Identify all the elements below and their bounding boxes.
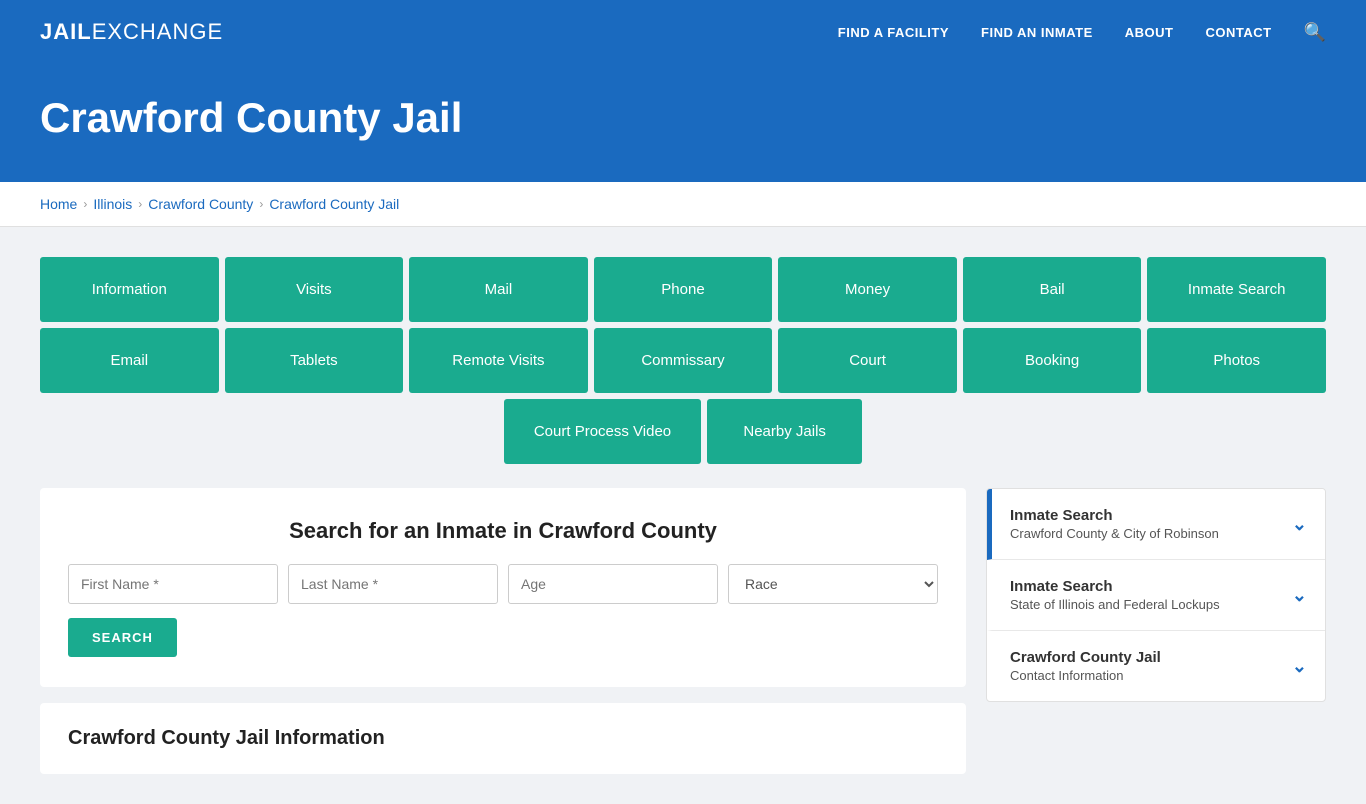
- btn-booking[interactable]: Booking: [963, 328, 1142, 393]
- sidebar-item-text-1: Inmate Search Crawford County & City of …: [1010, 507, 1219, 541]
- breadcrumb-sep-1: ›: [83, 197, 87, 211]
- btn-court-process-video[interactable]: Court Process Video: [504, 399, 701, 464]
- info-title: Crawford County Jail Information: [68, 727, 938, 750]
- logo-jail: JAIL: [40, 19, 92, 45]
- last-name-input[interactable]: [288, 564, 498, 604]
- chevron-down-icon-1: ⌄: [1292, 514, 1307, 535]
- breadcrumb-crawford-county[interactable]: Crawford County: [148, 196, 253, 212]
- sidebar-item-title-1: Inmate Search: [1010, 507, 1219, 524]
- btn-email[interactable]: Email: [40, 328, 219, 393]
- sidebar: Inmate Search Crawford County & City of …: [986, 488, 1326, 702]
- nav-about[interactable]: ABOUT: [1125, 25, 1174, 40]
- button-grid-row1: Information Visits Mail Phone Money Bail…: [40, 257, 1326, 322]
- age-input[interactable]: [508, 564, 718, 604]
- btn-money[interactable]: Money: [778, 257, 957, 322]
- breadcrumb-home[interactable]: Home: [40, 196, 77, 212]
- nav-find-facility[interactable]: FIND A FACILITY: [838, 25, 949, 40]
- btn-information[interactable]: Information: [40, 257, 219, 322]
- btn-court[interactable]: Court: [778, 328, 957, 393]
- btn-visits[interactable]: Visits: [225, 257, 404, 322]
- btn-phone[interactable]: Phone: [594, 257, 773, 322]
- sidebar-card: Inmate Search Crawford County & City of …: [986, 488, 1326, 702]
- breadcrumb-current[interactable]: Crawford County Jail: [269, 196, 399, 212]
- search-panel-title: Search for an Inmate in Crawford County: [68, 518, 938, 544]
- sidebar-item-inmate-search-crawford[interactable]: Inmate Search Crawford County & City of …: [987, 489, 1325, 560]
- btn-tablets[interactable]: Tablets: [225, 328, 404, 393]
- main-nav: FIND A FACILITY FIND AN INMATE ABOUT CON…: [838, 22, 1326, 43]
- race-select[interactable]: Race White Black Hispanic Asian Other: [728, 564, 938, 604]
- btn-photos[interactable]: Photos: [1147, 328, 1326, 393]
- sidebar-item-sub-2: State of Illinois and Federal Lockups: [1010, 597, 1220, 612]
- sidebar-item-text-2: Inmate Search State of Illinois and Fede…: [1010, 578, 1220, 612]
- first-name-input[interactable]: [68, 564, 278, 604]
- sidebar-item-text-3: Crawford County Jail Contact Information: [1010, 649, 1161, 683]
- breadcrumb-sep-3: ›: [259, 197, 263, 211]
- info-section: Crawford County Jail Information: [40, 703, 966, 774]
- btn-mail[interactable]: Mail: [409, 257, 588, 322]
- sidebar-item-sub-3: Contact Information: [1010, 668, 1161, 683]
- button-grid-row3: Court Process Video Nearby Jails: [40, 399, 1326, 464]
- left-panel: Search for an Inmate in Crawford County …: [40, 488, 966, 774]
- chevron-down-icon-3: ⌄: [1292, 656, 1307, 677]
- content-area: Search for an Inmate in Crawford County …: [40, 488, 1326, 774]
- main-content: Information Visits Mail Phone Money Bail…: [0, 227, 1366, 804]
- search-button[interactable]: SEARCH: [68, 618, 177, 657]
- sidebar-item-inmate-search-illinois[interactable]: Inmate Search State of Illinois and Fede…: [987, 560, 1325, 631]
- sidebar-item-title-3: Crawford County Jail: [1010, 649, 1161, 666]
- btn-inmate-search[interactable]: Inmate Search: [1147, 257, 1326, 322]
- breadcrumb: Home › Illinois › Crawford County › Craw…: [40, 196, 1326, 212]
- breadcrumb-illinois[interactable]: Illinois: [93, 196, 132, 212]
- inmate-search-panel: Search for an Inmate in Crawford County …: [40, 488, 966, 687]
- btn-commissary[interactable]: Commissary: [594, 328, 773, 393]
- nav-contact[interactable]: CONTACT: [1205, 25, 1271, 40]
- sidebar-item-title-2: Inmate Search: [1010, 578, 1220, 595]
- sidebar-item-sub-1: Crawford County & City of Robinson: [1010, 526, 1219, 541]
- breadcrumb-bar: Home › Illinois › Crawford County › Craw…: [0, 182, 1366, 227]
- search-fields: Race White Black Hispanic Asian Other: [68, 564, 938, 604]
- btn-bail[interactable]: Bail: [963, 257, 1142, 322]
- chevron-down-icon-2: ⌄: [1292, 585, 1307, 606]
- btn-nearby-jails[interactable]: Nearby Jails: [707, 399, 862, 464]
- btn-remote-visits[interactable]: Remote Visits: [409, 328, 588, 393]
- logo-exchange: EXCHANGE: [92, 19, 223, 45]
- hero-section: Crawford County Jail: [0, 64, 1366, 182]
- search-icon[interactable]: 🔍: [1304, 22, 1326, 43]
- button-grid-row2: Email Tablets Remote Visits Commissary C…: [40, 328, 1326, 393]
- logo[interactable]: JAILEXCHANGE: [40, 19, 223, 45]
- sidebar-item-contact-info[interactable]: Crawford County Jail Contact Information…: [987, 631, 1325, 701]
- nav-find-inmate[interactable]: FIND AN INMATE: [981, 25, 1093, 40]
- breadcrumb-sep-2: ›: [138, 197, 142, 211]
- page-title: Crawford County Jail: [40, 94, 1326, 142]
- header: JAILEXCHANGE FIND A FACILITY FIND AN INM…: [0, 0, 1366, 64]
